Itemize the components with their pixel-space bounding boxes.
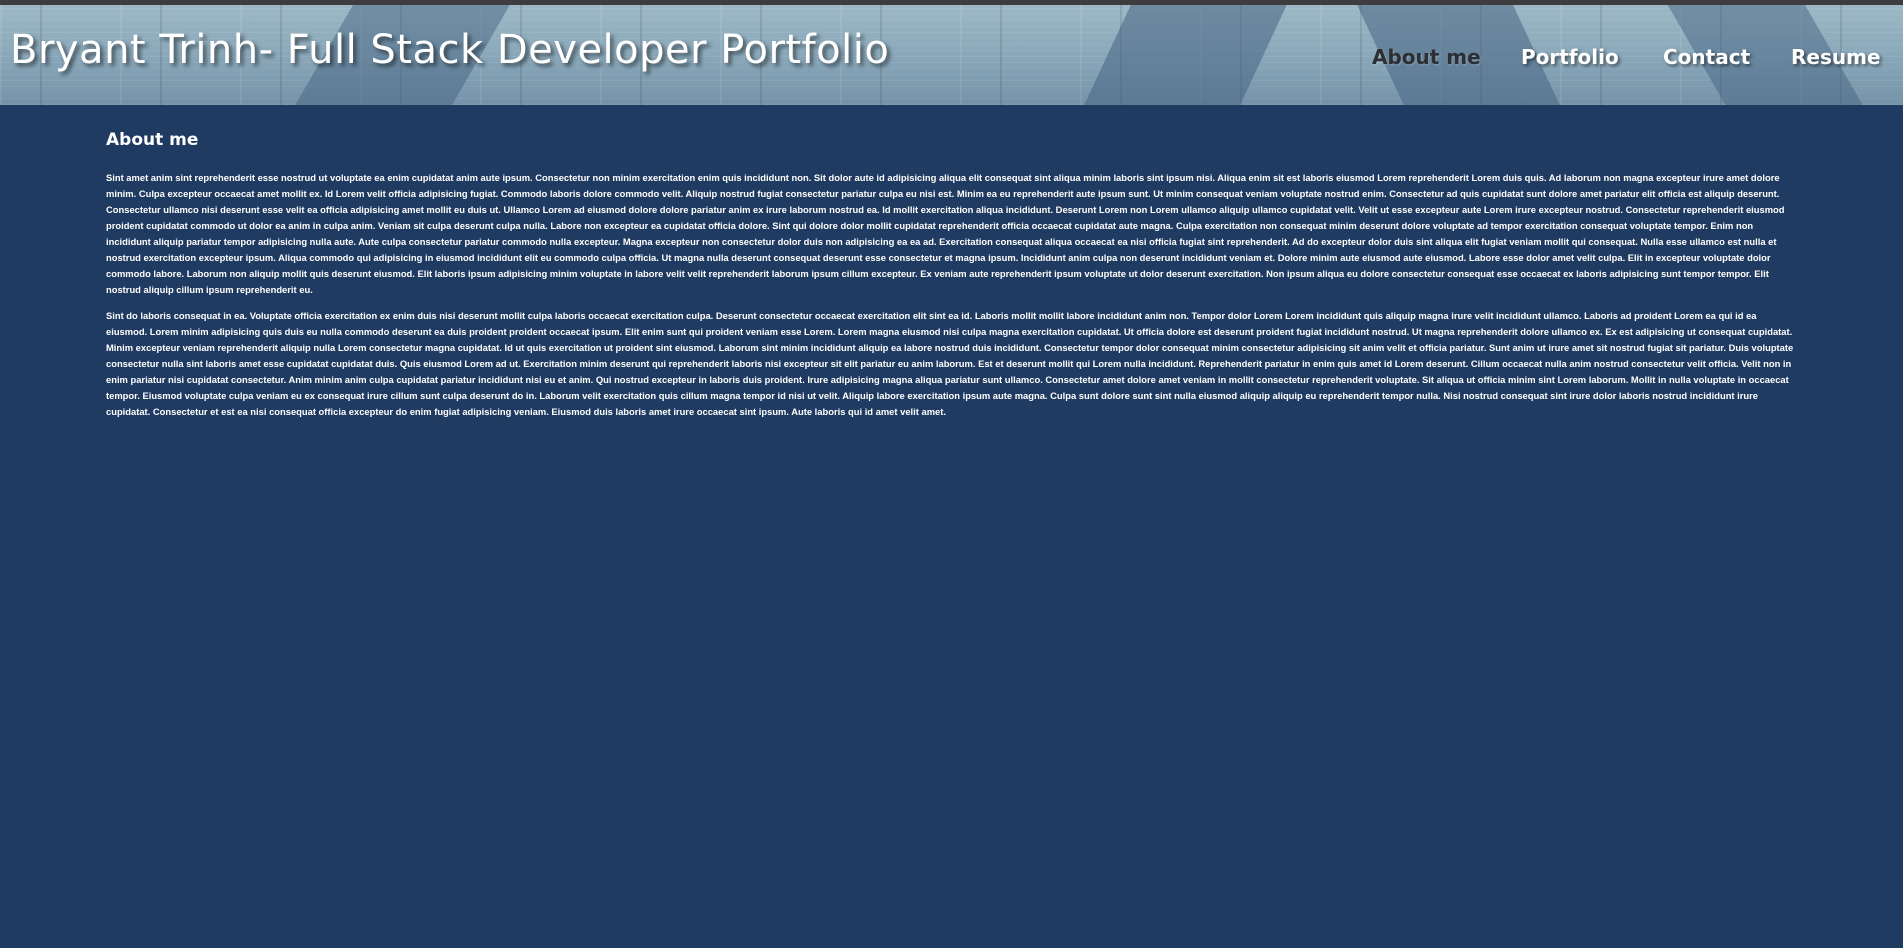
about-paragraph-2: Sint do laboris consequat in ea. Volupta… <box>106 310 1794 417</box>
about-section: About me Sint amet anim sint reprehender… <box>106 130 1796 430</box>
nav-link-portfolio[interactable]: Portfolio <box>1521 45 1619 69</box>
section-heading: About me <box>106 130 199 150</box>
about-paragraph-1: Sint amet anim sint reprehenderit esse n… <box>106 172 1785 295</box>
site-title: Bryant Trinh- Full Stack Developer Portf… <box>10 27 890 73</box>
site-header: Bryant Trinh- Full Stack Developer Portf… <box>0 5 1903 105</box>
nav-link-about[interactable]: About me <box>1372 45 1481 69</box>
nav-link-contact[interactable]: Contact <box>1663 45 1750 69</box>
nav-link-resume[interactable]: Resume <box>1791 45 1881 69</box>
